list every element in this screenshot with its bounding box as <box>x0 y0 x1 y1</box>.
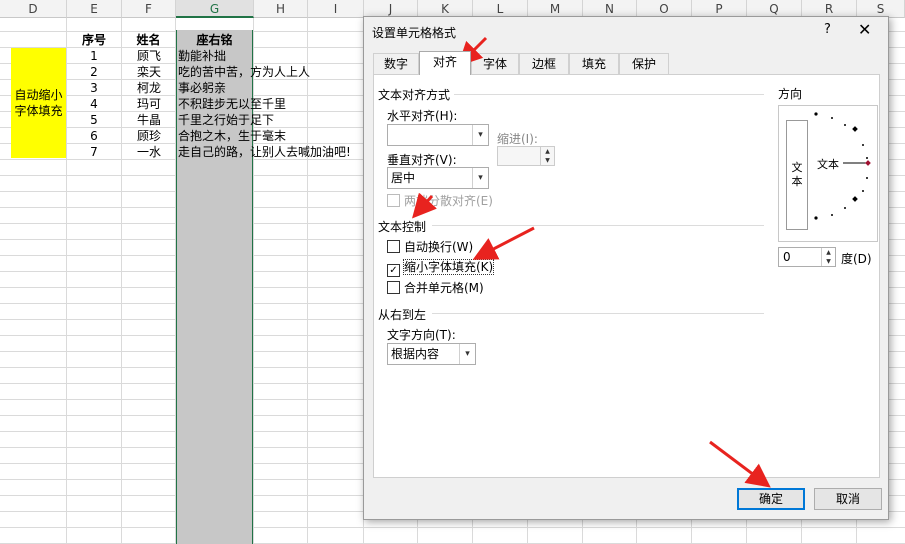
column-header-f[interactable]: F <box>122 0 176 18</box>
cell-name[interactable]: 顾珍 <box>137 128 161 144</box>
cell-motto[interactable]: 吃的苦中苦，方为人上人 <box>178 64 310 80</box>
header-seq[interactable]: 序号 <box>67 32 121 48</box>
cell-name[interactable]: 栾天 <box>137 64 161 80</box>
checkbox-checked-icon[interactable]: ✓ <box>387 264 400 277</box>
cell-seq[interactable]: 1 <box>67 48 121 64</box>
dial-text: 文本 <box>817 158 839 171</box>
header-name[interactable]: 姓名 <box>122 32 175 48</box>
chevron-down-icon: ▾ <box>472 168 488 188</box>
cell-name[interactable]: 顾飞 <box>137 48 161 64</box>
text-direction-label: 文字方向(T): <box>387 328 456 342</box>
indent-label: 缩进(I): <box>497 132 538 146</box>
wrap-text-checkbox[interactable]: 自动换行(W) <box>387 239 473 255</box>
wrap-text-label: 自动换行(W) <box>404 240 474 254</box>
tab-font[interactable]: 字体 <box>471 53 519 74</box>
spin-up-icon[interactable]: ▲ <box>822 248 835 257</box>
help-button[interactable]: ? <box>824 22 831 37</box>
vertical-align-select[interactable]: 居中 ▾ <box>387 167 489 189</box>
cell-name[interactable]: 柯龙 <box>137 80 161 96</box>
cancel-button[interactable]: 取消 <box>814 488 882 510</box>
checkbox-box[interactable] <box>387 194 400 207</box>
column-header-g[interactable]: G <box>176 0 254 18</box>
text-direction-select[interactable]: 根据内容 ▾ <box>387 343 476 365</box>
spinner-buttons[interactable]: ▲ ▼ <box>540 147 554 165</box>
indent-spinner[interactable]: ▲ ▼ <box>497 146 555 166</box>
merged-cell-text: 自动缩小字体填充 <box>14 88 63 118</box>
cell-motto[interactable]: 千里之行始于足下 <box>178 112 274 128</box>
tab-protection[interactable]: 保护 <box>619 53 669 74</box>
horizontal-align-label: 水平对齐(H): <box>387 109 458 123</box>
distributed-label: 两端分散对齐(E) <box>404 194 493 208</box>
section-divider <box>432 313 764 314</box>
section-divider <box>432 225 764 226</box>
cell-motto[interactable]: 事必躬亲 <box>178 80 226 96</box>
column-header-e[interactable]: E <box>67 0 122 18</box>
cell-motto[interactable]: 走自己的路，让别人去喊加油吧! <box>178 144 351 160</box>
section-divider <box>454 94 764 95</box>
cell-motto[interactable]: 合抱之木，生于毫末 <box>178 128 286 144</box>
spin-down-icon[interactable]: ▼ <box>541 156 554 165</box>
cell-seq[interactable]: 5 <box>67 112 121 128</box>
rtl-section-title: 从右到左 <box>378 308 427 322</box>
header-motto[interactable]: 座右铭 <box>176 32 253 48</box>
spinner-buttons[interactable]: ▲ ▼ <box>821 248 835 266</box>
cell-seq[interactable]: 6 <box>67 128 121 144</box>
chevron-down-icon: ▾ <box>472 125 488 145</box>
cell-seq[interactable]: 3 <box>67 80 121 96</box>
dialog-title: 设置单元格格式 <box>372 26 457 40</box>
cell-name[interactable]: 一水 <box>137 144 161 160</box>
chevron-down-icon: ▾ <box>459 344 475 364</box>
orientation-box: 文本 文本 <box>778 105 878 242</box>
degree-label: 度(D) <box>841 252 872 266</box>
tab-number[interactable]: 数字 <box>373 53 419 74</box>
checkbox-box[interactable] <box>387 240 400 253</box>
tab-fill[interactable]: 填充 <box>569 53 619 74</box>
column-header-d[interactable]: D <box>0 0 67 18</box>
cell-seq[interactable]: 4 <box>67 96 121 112</box>
merge-cells-label: 合并单元格(M) <box>404 281 484 295</box>
tab-alignment[interactable]: 对齐 <box>419 51 471 75</box>
grid-line <box>121 18 122 544</box>
merge-cells-checkbox[interactable]: 合并单元格(M) <box>387 280 484 296</box>
cell-name[interactable]: 牛晶 <box>137 112 161 128</box>
distributed-checkbox[interactable]: 两端分散对齐(E) <box>387 193 493 209</box>
format-cells-dialog: 设置单元格格式 ? ✕ 数字 对齐 字体 边框 填充 保护 文本对齐方式 水平对… <box>363 16 889 520</box>
vertical-align-label: 垂直对齐(V): <box>387 153 457 167</box>
ok-button[interactable]: 确定 <box>737 488 805 510</box>
degree-value: 0 <box>783 250 791 264</box>
alignment-panel: 文本对齐方式 水平对齐(H): ▾ 缩进(I): ▲ ▼ 垂直对齐(V): 居中 … <box>373 74 880 478</box>
close-icon[interactable]: ✕ <box>858 20 871 39</box>
orientation-dial[interactable] <box>812 110 874 238</box>
column-header-h[interactable]: H <box>254 0 308 18</box>
shrink-to-fit-checkbox[interactable]: ✓ 缩小字体填充(K) <box>387 259 495 277</box>
cell-name[interactable]: 玛可 <box>137 96 161 112</box>
column-header-i[interactable]: I <box>308 0 364 18</box>
text-control-section-title: 文本控制 <box>378 220 427 234</box>
horizontal-align-select[interactable]: ▾ <box>387 124 489 146</box>
vertical-text-button[interactable]: 文本 <box>786 120 808 230</box>
vertical-align-value: 居中 <box>391 171 416 185</box>
orientation-section-title: 方向 <box>778 87 803 101</box>
cell-motto[interactable]: 勤能补拙 <box>178 48 226 64</box>
grid-line <box>307 18 308 544</box>
checkbox-box[interactable] <box>387 281 400 294</box>
cell-motto[interactable]: 不积跬步无以至千里 <box>178 96 286 112</box>
cell-seq[interactable]: 2 <box>67 64 121 80</box>
shrink-to-fit-label: 缩小字体填充(K) <box>402 259 495 275</box>
tab-border[interactable]: 边框 <box>519 53 569 74</box>
text-direction-value: 根据内容 <box>391 347 440 361</box>
grid-line <box>0 527 905 528</box>
text-alignment-section-title: 文本对齐方式 <box>378 88 451 102</box>
spin-down-icon[interactable]: ▼ <box>822 257 835 266</box>
degree-spinner[interactable]: 0 ▲ ▼ <box>778 247 836 267</box>
cell-seq[interactable]: 7 <box>67 144 121 160</box>
spin-up-icon[interactable]: ▲ <box>541 147 554 156</box>
